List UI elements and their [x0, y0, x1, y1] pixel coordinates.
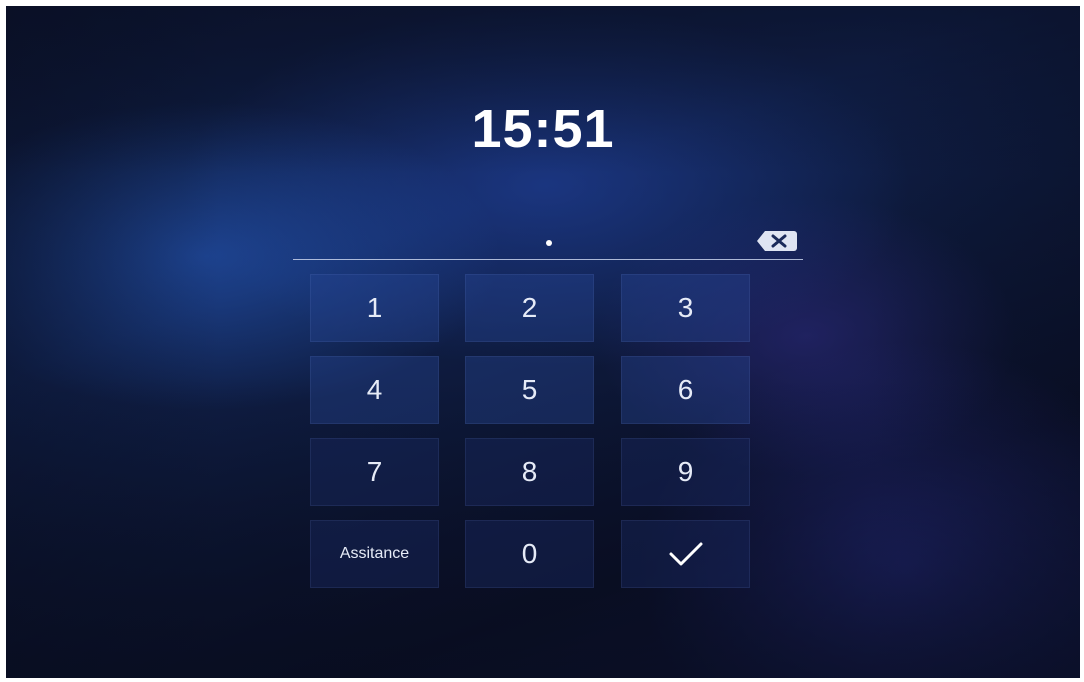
- key-label: 0: [521, 538, 538, 569]
- assistance-label: Assitance: [339, 545, 410, 562]
- pin-dot: [546, 240, 552, 246]
- key-5[interactable]: 5: [465, 356, 594, 424]
- key-4[interactable]: 4: [310, 356, 439, 424]
- backspace-icon: [757, 231, 797, 251]
- clock-time: 15:51: [471, 99, 615, 159]
- lock-screen: 15:51 1 2 3 4 5 6 7 8 9 Assitance 0: [6, 6, 1080, 678]
- pin-underline: [293, 259, 803, 260]
- key-1[interactable]: 1: [310, 274, 439, 342]
- key-9[interactable]: 9: [621, 438, 750, 506]
- key-label: 5: [521, 374, 538, 405]
- key-0[interactable]: 0: [465, 520, 594, 588]
- key-label: 7: [366, 456, 383, 487]
- key-label: 6: [677, 374, 694, 405]
- key-label: 3: [677, 292, 694, 323]
- checkmark-icon: [669, 542, 702, 566]
- key-6[interactable]: 6: [621, 356, 750, 424]
- key-label: 8: [521, 456, 538, 487]
- key-2[interactable]: 2: [465, 274, 594, 342]
- key-3[interactable]: 3: [621, 274, 750, 342]
- key-8[interactable]: 8: [465, 438, 594, 506]
- key-label: 1: [366, 292, 383, 323]
- pin-entry-field: [293, 216, 803, 260]
- assistance-button[interactable]: Assitance: [310, 520, 439, 588]
- backspace-button[interactable]: [756, 229, 798, 253]
- key-7[interactable]: 7: [310, 438, 439, 506]
- key-label: 4: [366, 374, 383, 405]
- key-label: 2: [521, 292, 538, 323]
- confirm-button[interactable]: [621, 520, 750, 588]
- key-label: 9: [677, 456, 694, 487]
